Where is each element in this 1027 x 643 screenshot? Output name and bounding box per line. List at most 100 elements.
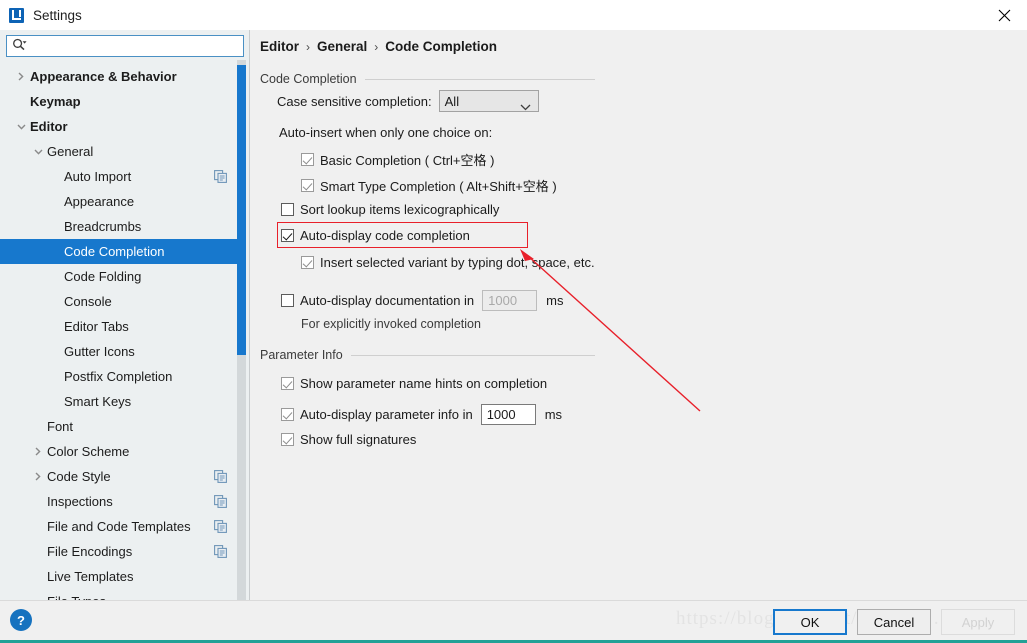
auto-display-documentation-note: For explicitly invoked completion xyxy=(301,317,481,331)
auto-insert-label-row: Auto-insert when only one choice on: xyxy=(279,125,492,140)
help-icon[interactable]: ? xyxy=(10,609,32,631)
breadcrumb-item-general[interactable]: General xyxy=(317,39,367,54)
sidebar-item-editor[interactable]: Editor xyxy=(0,114,241,139)
sidebar-item-label: General xyxy=(47,144,94,159)
sidebar-item-label: Inspections xyxy=(47,494,113,509)
auto-display-documentation-delay-input[interactable] xyxy=(482,290,538,311)
copy-scope-icon xyxy=(214,170,227,183)
sidebar-item-label: Console xyxy=(64,294,112,309)
sidebar-item-gutter-icons[interactable]: Gutter Icons xyxy=(0,339,241,364)
show-parameter-name-hints-label: Show parameter name hints on completion xyxy=(300,376,548,391)
auto-display-parameter-info-row[interactable]: Auto-display parameter info in ms xyxy=(281,404,562,425)
sidebar-item-label: File Types xyxy=(47,589,106,600)
window-title-bar: Settings xyxy=(0,0,1027,30)
case-sensitive-completion-row: Case sensitive completion: All xyxy=(277,90,539,112)
sidebar-item-code-completion[interactable]: Code Completion xyxy=(0,239,241,264)
sidebar-item-file-and-code-templates[interactable]: File and Code Templates xyxy=(0,514,241,539)
settings-tree: Appearance & Behavior Keymap Editor General… xyxy=(0,64,241,600)
sidebar-item-label: Code Folding xyxy=(64,269,142,284)
search-input[interactable] xyxy=(29,38,229,54)
sort-lookup-items-checkbox[interactable] xyxy=(281,203,294,216)
close-icon[interactable] xyxy=(981,0,1027,30)
group-divider xyxy=(350,354,595,356)
auto-display-documentation-row[interactable]: Auto-display documentation in ms xyxy=(281,290,564,311)
auto-insert-when-only-one-choice-label: Auto-insert when only one choice on: xyxy=(279,125,493,140)
sidebar-item-auto-import[interactable]: Auto Import xyxy=(0,164,241,189)
sidebar-item-color-scheme[interactable]: Color Scheme xyxy=(0,439,241,464)
basic-completion-checkbox[interactable] xyxy=(301,153,314,166)
case-sensitive-completion-select[interactable]: All xyxy=(438,90,539,114)
sidebar-item-label: Editor Tabs xyxy=(64,319,129,334)
insert-selected-variant-checkbox[interactable] xyxy=(301,256,314,269)
sidebar-item-label: Postfix Completion xyxy=(64,369,173,384)
auto-display-documentation-note-row: For explicitly invoked completion xyxy=(301,317,481,331)
sidebar-item-code-folding[interactable]: Code Folding xyxy=(0,264,241,289)
smart-type-completion-checkbox[interactable] xyxy=(301,179,314,192)
sidebar-item-label: File and Code Templates xyxy=(47,519,191,534)
copy-scope-icon xyxy=(214,495,227,508)
show-parameter-name-hints-checkbox[interactable] xyxy=(281,377,294,390)
sidebar-item-console[interactable]: Console xyxy=(0,289,241,314)
sidebar-item-label: Breadcrumbs xyxy=(64,219,142,234)
auto-display-documentation-checkbox[interactable] xyxy=(281,294,294,307)
search-icon xyxy=(12,38,27,55)
intellij-idea-logo-icon xyxy=(9,7,24,23)
show-full-signatures-checkbox[interactable] xyxy=(281,433,294,446)
sidebar-scrollbar-thumb[interactable] xyxy=(237,65,246,355)
sidebar-item-general[interactable]: General xyxy=(0,139,241,164)
settings-sidebar: Appearance & Behavior Keymap Editor General… xyxy=(0,30,250,600)
show-full-signatures-row[interactable]: Show full signatures xyxy=(281,432,416,447)
sidebar-item-postfix-completion[interactable]: Postfix Completion xyxy=(0,364,241,389)
basic-completion-row[interactable]: Basic Completion ( Ctrl+空格 ) xyxy=(301,150,494,169)
sidebar-item-label: Live Templates xyxy=(47,569,134,584)
sort-lookup-items-row[interactable]: Sort lookup items lexicographically xyxy=(281,202,499,217)
sort-lookup-items-label: Sort lookup items lexicographically xyxy=(300,202,500,217)
sidebar-item-label: Gutter Icons xyxy=(64,344,135,359)
sidebar-item-appearance-behavior[interactable]: Appearance & Behavior xyxy=(0,64,241,89)
sidebar-item-code-style[interactable]: Code Style xyxy=(0,464,241,489)
basic-completion-label: Basic Completion ( Ctrl+空格 ) xyxy=(320,153,495,168)
group-title-parameter-info: Parameter Info xyxy=(260,348,343,362)
auto-display-parameter-info-delay-input[interactable] xyxy=(480,404,536,425)
sidebar-item-file-encodings[interactable]: File Encodings xyxy=(0,539,241,564)
sidebar-item-label: Auto Import xyxy=(64,169,132,184)
smart-type-completion-row[interactable]: Smart Type Completion ( Alt+Shift+空格 ) xyxy=(301,176,557,195)
ok-button[interactable]: OK xyxy=(773,609,847,635)
sidebar-item-breadcrumbs[interactable]: Breadcrumbs xyxy=(0,214,241,239)
auto-display-documentation-label: Auto-display documentation in xyxy=(300,293,475,308)
sidebar-item-smart-keys[interactable]: Smart Keys xyxy=(0,389,241,414)
auto-display-parameter-info-unit: ms xyxy=(544,407,563,422)
sidebar-item-label: Code Style xyxy=(47,469,111,484)
chevron-right-icon[interactable] xyxy=(31,439,45,464)
sidebar-item-label: Code Completion xyxy=(64,244,165,259)
sidebar-item-keymap[interactable]: Keymap xyxy=(0,89,241,114)
auto-display-documentation-unit: ms xyxy=(546,293,564,308)
search-box[interactable] xyxy=(6,35,244,57)
sidebar-item-label: Editor xyxy=(30,119,68,134)
auto-display-code-completion-checkbox[interactable] xyxy=(281,229,294,242)
sidebar-item-label: Color Scheme xyxy=(47,444,130,459)
sidebar-item-font[interactable]: Font xyxy=(0,414,241,439)
show-parameter-name-hints-row[interactable]: Show parameter name hints on completion xyxy=(281,376,547,391)
chevron-right-icon[interactable] xyxy=(14,64,28,89)
group-title-code-completion: Code Completion xyxy=(260,72,357,86)
sidebar-item-inspections[interactable]: Inspections xyxy=(0,489,241,514)
breadcrumb-item-editor[interactable]: Editor xyxy=(260,39,299,54)
copy-scope-icon xyxy=(214,470,227,483)
cancel-button[interactable]: Cancel xyxy=(857,609,931,635)
auto-display-code-completion-row[interactable]: Auto-display code completion xyxy=(281,228,470,243)
chevron-right-icon[interactable] xyxy=(31,464,45,489)
auto-display-parameter-info-checkbox[interactable] xyxy=(281,408,294,421)
chevron-down-icon[interactable] xyxy=(31,139,45,164)
sidebar-item-appearance[interactable]: Appearance xyxy=(0,189,241,214)
auto-display-code-completion-label: Auto-display code completion xyxy=(300,228,470,243)
sidebar-item-file-types[interactable]: File Types xyxy=(0,589,241,600)
breadcrumb-separator: › xyxy=(374,39,379,54)
sidebar-item-editor-tabs[interactable]: Editor Tabs xyxy=(0,314,241,339)
sidebar-item-live-templates[interactable]: Live Templates xyxy=(0,564,241,589)
copy-scope-icon xyxy=(214,520,227,533)
sidebar-item-label: File Encodings xyxy=(47,544,133,559)
chevron-down-icon[interactable] xyxy=(14,114,28,139)
chevron-down-icon xyxy=(520,99,531,114)
insert-selected-variant-row[interactable]: Insert selected variant by typing dot, s… xyxy=(301,255,595,270)
